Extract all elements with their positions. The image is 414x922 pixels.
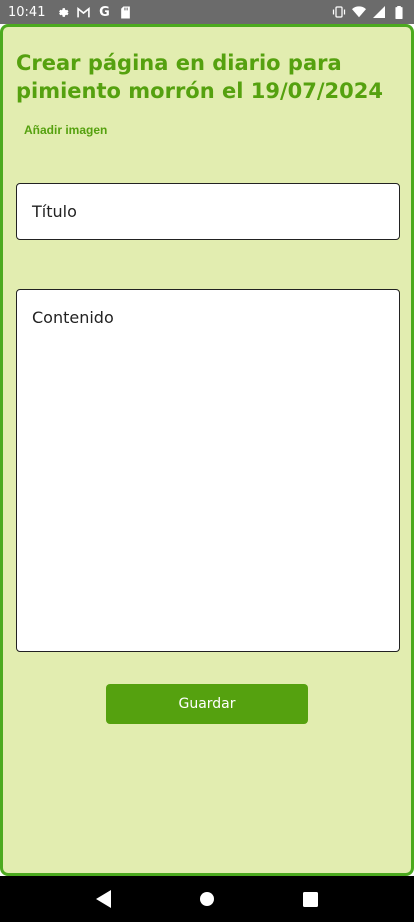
status-bar: 10:41 G — [0, 0, 414, 24]
page-title: Crear página en diario para pimiento mor… — [16, 51, 383, 103]
content-input-placeholder: Contenido — [32, 308, 114, 327]
battery-icon — [392, 5, 406, 19]
recents-icon[interactable] — [288, 877, 332, 921]
back-icon[interactable] — [82, 877, 126, 921]
title-input-placeholder: Título — [32, 202, 77, 221]
home-icon[interactable] — [185, 877, 229, 921]
content-input[interactable]: Contenido — [16, 289, 400, 652]
status-icons-right — [332, 5, 406, 19]
add-image-button[interactable]: Añadir imagen — [24, 123, 107, 137]
navigation-bar — [0, 876, 414, 922]
status-time: 10:41 — [8, 4, 46, 20]
google-icon: G — [99, 4, 110, 20]
wifi-icon — [352, 5, 366, 19]
signal-icon — [372, 5, 386, 19]
title-input[interactable]: Título — [16, 183, 400, 240]
status-icons-left: G — [55, 5, 132, 19]
vibrate-icon — [332, 5, 346, 19]
journal-entry-form: Crear página en diario para pimiento mor… — [0, 24, 414, 876]
save-button[interactable]: Guardar — [106, 684, 308, 724]
gmail-icon — [76, 5, 90, 19]
gear-icon — [55, 5, 69, 19]
sd-card-icon — [118, 5, 132, 19]
